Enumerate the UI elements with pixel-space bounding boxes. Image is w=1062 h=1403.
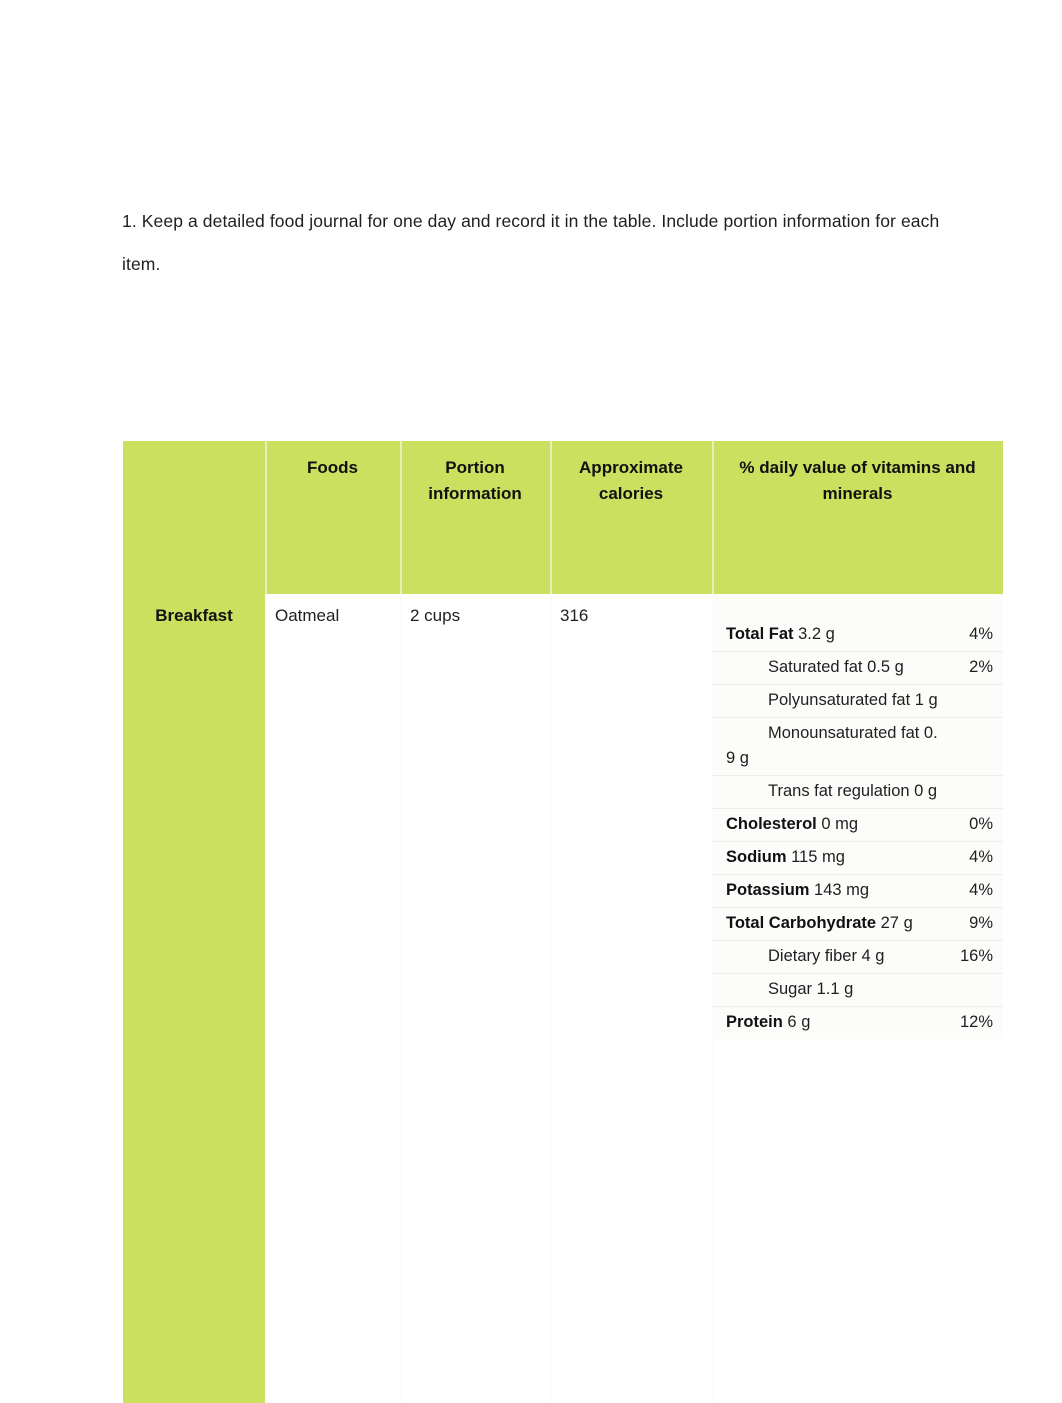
- nutrition-row: Polyunsaturated fat 1 g: [712, 684, 1003, 717]
- nutrition-label: Sugar 1.1 g: [768, 980, 854, 998]
- nutrition-nutrient-name: Cholesterol: [726, 815, 817, 833]
- nutrition-percent-value: 16%: [959, 947, 993, 965]
- nutrition-label: Monounsaturated fat 0.9 g: [726, 724, 938, 767]
- nutrition-percent-value: 4%: [969, 881, 993, 899]
- nutrition-row: Monounsaturated fat 0.9 g: [712, 717, 1003, 775]
- table-header: Foods Portion information Approximate ca…: [123, 441, 1003, 594]
- header-portion-information: Portion information: [400, 441, 550, 594]
- nutrition-percent-value: 0%: [969, 815, 993, 833]
- cell-portion: 2 cups: [400, 594, 550, 1403]
- nutrition-label: Total Carbohydrate 27 g: [726, 914, 913, 932]
- table-body: Breakfast Oatmeal 2 cups 316 Total Fat 3…: [123, 594, 1003, 1403]
- nutrition-percent-value: 2%: [969, 658, 993, 676]
- header-foods: Foods: [265, 441, 400, 594]
- cell-food: Oatmeal: [265, 594, 400, 1403]
- nutrition-facts-panel: Total Fat 3.2 g 4% Saturated fat 0.5 g 2% Po…: [712, 594, 1003, 1039]
- nutrition-row: Saturated fat 0.5 g 2%: [712, 651, 1003, 684]
- nutrition-nutrient-name: Protein: [726, 1013, 783, 1031]
- nutrition-label: Dietary fiber 4 g: [768, 947, 885, 965]
- nutrition-row: Dietary fiber 4 g 16%: [712, 940, 1003, 973]
- nutrition-nutrient-name: Sodium: [726, 848, 787, 866]
- food-journal-table: Foods Portion information Approximate ca…: [123, 441, 1003, 1403]
- table-row: Breakfast Oatmeal 2 cups 316 Total Fat 3…: [123, 594, 1003, 1403]
- nutrition-percent-value: 12%: [959, 1013, 993, 1031]
- nutrition-label: Cholesterol 0 mg: [726, 815, 859, 833]
- meal-label-breakfast: Breakfast: [123, 594, 265, 1403]
- nutrition-nutrient-name: Total Fat: [726, 625, 794, 643]
- nutrition-label: Polyunsaturated fat 1 g: [768, 691, 938, 709]
- nutrition-label: Protein 6 g: [726, 1013, 811, 1031]
- nutrition-label: Total Fat 3.2 g: [726, 625, 835, 643]
- nutrition-row: Sugar 1.1 g: [712, 973, 1003, 1006]
- nutrition-row: Sodium 115 mg 4%: [712, 841, 1003, 874]
- nutrition-row: Total Carbohydrate 27 g 9%: [712, 907, 1003, 940]
- header-daily-value: % daily value of vitamins and minerals: [712, 441, 1003, 594]
- cell-daily-value: Total Fat 3.2 g 4% Saturated fat 0.5 g 2% Po…: [712, 594, 1003, 1403]
- nutrition-label: Saturated fat 0.5 g: [768, 658, 904, 676]
- cell-calories: 316: [550, 594, 712, 1403]
- nutrition-row: Potassium 143 mg 4%: [712, 874, 1003, 907]
- nutrition-label: Potassium 143 mg: [726, 881, 870, 899]
- nutrition-nutrient-name: Potassium: [726, 881, 810, 899]
- instruction-paragraph: 1. Keep a detailed food journal for one …: [122, 210, 940, 274]
- nutrition-label: Trans fat regulation 0 g: [768, 782, 938, 800]
- nutrition-row: Protein 6 g 12%: [712, 1006, 1003, 1039]
- nutrition-nutrient-name: Total Carbohydrate: [726, 914, 877, 932]
- nutrition-percent-value: 4%: [969, 848, 993, 866]
- nutrition-percent-value: 4%: [969, 625, 993, 643]
- header-approximate-calories: Approximate calories: [550, 441, 712, 594]
- document-page: 1. Keep a detailed food journal for one …: [0, 0, 1062, 1403]
- nutrition-row: Cholesterol 0 mg 0%: [712, 808, 1003, 841]
- header-row: Foods Portion information Approximate ca…: [123, 441, 1003, 594]
- nutrition-label: Sodium 115 mg: [726, 848, 845, 866]
- nutrition-row: Trans fat regulation 0 g: [712, 775, 1003, 808]
- header-corner: [123, 441, 265, 594]
- nutrition-percent-value: 9%: [969, 914, 993, 932]
- nutrition-row: Total Fat 3.2 g 4%: [712, 619, 1003, 651]
